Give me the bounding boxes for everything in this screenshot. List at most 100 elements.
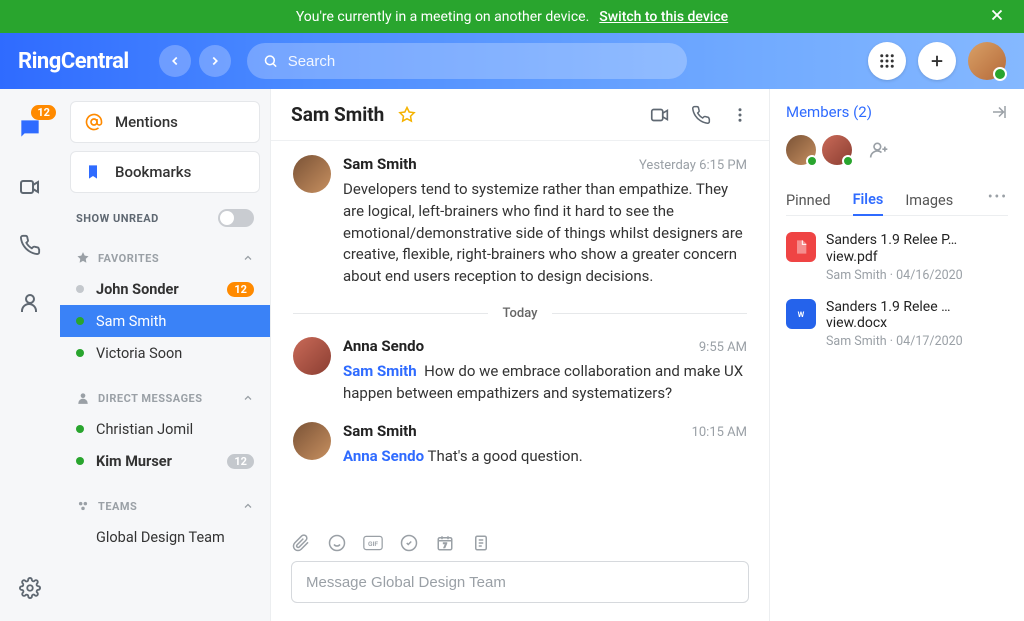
emoji-button[interactable] (327, 533, 347, 553)
favorite-name: John Sonder (96, 281, 179, 298)
mention[interactable]: Sam Smith (343, 362, 417, 380)
video-icon (18, 175, 42, 199)
dm-name: Christian Jomil (96, 421, 193, 438)
rail-chat[interactable]: 12 (16, 115, 44, 143)
member-avatar[interactable] (822, 135, 852, 165)
docx-file-icon: W (786, 299, 816, 329)
paperclip-icon (292, 534, 310, 552)
teams-header[interactable]: TEAMS (60, 491, 270, 521)
at-icon (85, 113, 103, 131)
person-small-icon (76, 391, 90, 405)
plus-icon (928, 52, 946, 70)
start-call-button[interactable] (691, 105, 711, 125)
sidebar-bookmarks[interactable]: Bookmarks (70, 151, 260, 193)
team-item[interactable]: Global Design Team (60, 521, 270, 553)
conversation-more-button[interactable] (731, 106, 749, 124)
message-avatar[interactable] (293, 337, 331, 375)
pdf-file-icon (786, 232, 816, 262)
dialpad-button[interactable] (868, 42, 906, 80)
profile-avatar[interactable] (968, 42, 1006, 80)
note-icon (472, 534, 490, 552)
tab-images[interactable]: Images (905, 186, 953, 215)
dm-header[interactable]: DIRECT MESSAGES (60, 383, 270, 413)
mentions-label: Mentions (115, 113, 178, 131)
add-member-button[interactable] (864, 135, 894, 165)
bookmark-icon (85, 163, 103, 181)
gif-icon: GIF (363, 534, 383, 552)
team-icon (76, 499, 90, 513)
favorite-item[interactable]: Sam Smith (60, 305, 270, 337)
favorites-header[interactable]: FAVORITES (60, 243, 270, 273)
attach-button[interactable] (291, 533, 311, 553)
sidebar: Mentions Bookmarks SHOW UNREAD FAVORITES… (60, 89, 270, 621)
members-link[interactable]: Members (2) (786, 103, 872, 121)
banner-switch-link[interactable]: Switch to this device (599, 9, 728, 25)
message-input[interactable] (291, 561, 749, 603)
event-button[interactable]: 7 (435, 533, 455, 553)
search-input[interactable] (288, 53, 671, 70)
presence-dot (76, 317, 84, 325)
sidebar-mentions[interactable]: Mentions (70, 101, 260, 143)
file-subtitle: Sam Smith · 04/17/2020 (826, 334, 1008, 349)
conversation-title: Sam Smith (291, 103, 384, 126)
new-button[interactable] (918, 42, 956, 80)
tabs-more-button[interactable]: ••• (988, 189, 1008, 211)
nav-back-button[interactable] (159, 45, 191, 77)
task-button[interactable] (399, 533, 419, 553)
conversation-header: Sam Smith (271, 89, 769, 141)
message-author: Anna Sendo (343, 337, 424, 355)
rail-settings[interactable] (19, 577, 41, 599)
day-separator: Today (293, 306, 747, 321)
search-box[interactable] (247, 43, 687, 79)
emoji-icon (328, 534, 346, 552)
message: Anna Sendo 9:55 AM Sam Smith How do we e… (293, 337, 747, 405)
banner-close-icon[interactable] (988, 6, 1006, 24)
add-person-icon (869, 140, 889, 160)
favorite-item[interactable]: Victoria Soon (60, 337, 270, 369)
file-name: Sanders 1.9 Relee P…view.pdf (826, 232, 1008, 266)
show-unread-toggle[interactable] (218, 209, 254, 227)
rail-contacts[interactable] (16, 289, 44, 317)
favorite-star-button[interactable] (398, 106, 416, 124)
svg-text:GIF: GIF (368, 540, 378, 548)
start-video-button[interactable] (649, 104, 671, 126)
presence-dot (76, 349, 84, 357)
collapse-panel-button[interactable] (990, 103, 1008, 121)
file-name: Sanders 1.9 Relee …view.docx (826, 299, 1008, 333)
mention[interactable]: Anna Sendo (343, 447, 424, 465)
presence-dot (76, 457, 84, 465)
favorites-label: FAVORITES (98, 252, 159, 265)
message-avatar[interactable] (293, 155, 331, 193)
conversation-panel: Sam Smith Sam Smith Yesterday 6:15 PM De… (270, 89, 770, 621)
favorite-item[interactable]: John Sonder 12 (60, 273, 270, 305)
file-item[interactable]: W Sanders 1.9 Relee …view.docx Sam Smith… (786, 299, 1008, 350)
unread-badge: 12 (227, 454, 254, 469)
chevron-up-icon (242, 392, 254, 404)
presence-dot (76, 285, 84, 293)
gif-button[interactable]: GIF (363, 533, 383, 553)
phone-icon (691, 105, 711, 125)
members-avatars (786, 135, 1008, 165)
file-item[interactable]: Sanders 1.9 Relee P…view.pdf Sam Smith ·… (786, 232, 1008, 283)
right-panel-tabs: Pinned Files Images ••• (786, 185, 1008, 216)
tab-files[interactable]: Files (853, 185, 884, 216)
note-button[interactable] (471, 533, 491, 553)
gear-icon (19, 577, 41, 599)
file-subtitle: Sam Smith · 04/16/2020 (826, 268, 1008, 283)
check-circle-icon (400, 534, 418, 552)
nav-forward-button[interactable] (199, 45, 231, 77)
message-text: Sam Smith How do we embrace collaboratio… (343, 361, 747, 405)
dm-item[interactable]: Kim Murser 12 (60, 445, 270, 477)
message-avatar[interactable] (293, 422, 331, 460)
chevron-up-icon (242, 252, 254, 264)
member-avatar[interactable] (786, 135, 816, 165)
messages-list: Sam Smith Yesterday 6:15 PM Developers t… (271, 141, 769, 525)
more-vertical-icon (731, 106, 749, 124)
app-header: RingCentral (0, 33, 1024, 89)
tab-pinned[interactable]: Pinned (786, 186, 831, 215)
dm-item[interactable]: Christian Jomil (60, 413, 270, 445)
rail-phone[interactable] (16, 231, 44, 259)
message: Sam Smith 10:15 AM Anna Sendo That's a g… (293, 422, 747, 468)
rail-video[interactable] (16, 173, 44, 201)
banner-text: You're currently in a meeting on another… (296, 9, 589, 25)
